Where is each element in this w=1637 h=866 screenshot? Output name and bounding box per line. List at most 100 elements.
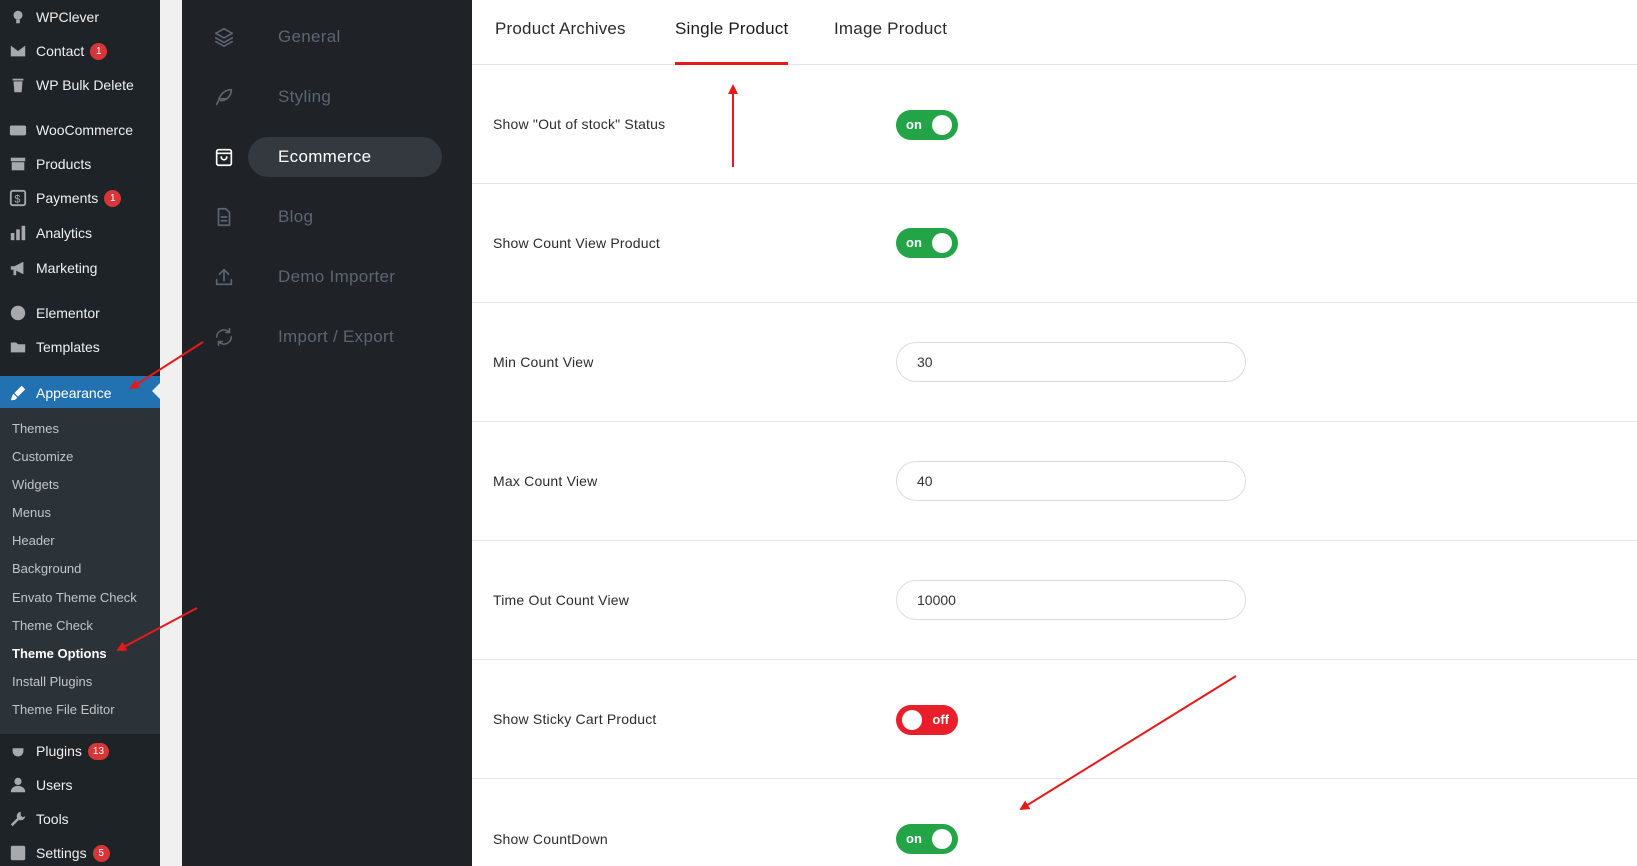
nav-item-demo-importer[interactable]: Demo Importer	[182, 257, 472, 297]
tab-single-product[interactable]: Single Product	[675, 18, 789, 65]
toggle-knob	[902, 710, 922, 730]
nav-label: Styling	[278, 87, 332, 106]
toggle-knob	[932, 115, 952, 135]
paintbrush-icon	[8, 383, 28, 403]
menu-label: WPClever	[36, 9, 100, 25]
menu-item-wp-bulk-delete[interactable]: WP Bulk Delete	[0, 70, 160, 100]
nav-label: General	[278, 27, 341, 46]
submenu-theme-check[interactable]: Theme Check	[12, 616, 93, 636]
menu-item-plugins[interactable]: Plugins 13	[0, 736, 160, 766]
svg-text:$: $	[14, 194, 20, 206]
menu-item-templates[interactable]: Templates	[0, 332, 160, 362]
count-view-toggle[interactable]: on	[896, 228, 958, 258]
min-count-input[interactable]	[896, 342, 1246, 382]
menu-item-elementor[interactable]: Elementor	[0, 298, 160, 328]
setting-label: Min Count View	[493, 354, 594, 370]
timeout-count-input[interactable]	[896, 580, 1246, 620]
nav-item-general[interactable]: General	[182, 17, 472, 57]
sticky-cart-toggle[interactable]: off	[896, 705, 958, 735]
upload-icon	[212, 265, 236, 289]
menu-item-wpclever[interactable]: WPClever	[0, 2, 160, 32]
notification-badge: 1	[90, 42, 108, 60]
elementor-icon	[8, 303, 28, 323]
menu-label: Payments	[36, 190, 99, 206]
menu-label: Settings	[36, 845, 87, 861]
setting-label: Max Count View	[493, 473, 598, 489]
menu-item-tools[interactable]: Tools	[0, 804, 160, 834]
menu-item-appearance[interactable]: Appearance	[0, 376, 160, 409]
submenu-install-plugins[interactable]: Install Plugins	[12, 672, 92, 692]
menu-item-products[interactable]: Products	[0, 149, 160, 179]
setting-row-sticky-cart: Show Sticky Cart Product off	[472, 660, 1637, 779]
nav-label: Ecommerce	[278, 147, 372, 166]
nav-label: Demo Importer	[278, 267, 396, 286]
toggle-state: off	[932, 712, 949, 727]
menu-label: WP Bulk Delete	[36, 77, 134, 93]
setting-row-countdown: Show CountDown on	[472, 779, 1637, 866]
out-of-stock-toggle[interactable]: on	[896, 110, 958, 140]
setting-label: Time Out Count View	[493, 592, 630, 608]
mail-icon	[8, 41, 28, 61]
setting-row-count-view: Show Count View Product on	[472, 184, 1637, 303]
setting-row-timeout-count: Time Out Count View	[472, 541, 1637, 660]
archive-icon	[8, 154, 28, 174]
submenu-theme-options[interactable]: Theme Options	[12, 644, 107, 664]
submenu-theme-file-editor[interactable]: Theme File Editor	[12, 700, 115, 720]
nav-label: Blog	[278, 207, 314, 226]
nav-label: Import / Export	[278, 327, 394, 346]
menu-item-settings[interactable]: Settings 5	[0, 838, 160, 866]
megaphone-icon	[8, 258, 28, 278]
tab-product-archives[interactable]: Product Archives	[495, 18, 626, 65]
menu-item-marketing[interactable]: Marketing	[0, 253, 160, 283]
refresh-icon	[212, 325, 236, 349]
trash-icon	[8, 75, 28, 95]
toggle-knob	[932, 829, 952, 849]
setting-row-max-count: Max Count View	[472, 422, 1637, 541]
toggle-state: on	[906, 117, 922, 132]
tab-image-product[interactable]: Image Product	[834, 18, 947, 65]
submenu-widgets[interactable]: Widgets	[12, 475, 59, 495]
submenu-themes[interactable]: Themes	[12, 419, 59, 439]
toggle-state: on	[906, 235, 922, 250]
submenu-menus[interactable]: Menus	[12, 503, 51, 523]
menu-label: Products	[36, 156, 92, 172]
nav-item-blog[interactable]: Blog	[182, 197, 472, 237]
menu-label: Plugins	[36, 743, 82, 759]
folder-icon	[8, 337, 28, 357]
submenu-envato-theme-check[interactable]: Envato Theme Check	[12, 588, 137, 608]
nav-item-ecommerce[interactable]: Ecommerce	[182, 137, 472, 177]
user-icon	[8, 775, 28, 795]
countdown-toggle[interactable]: on	[896, 824, 958, 854]
menu-label: Marketing	[36, 260, 98, 276]
dollar-icon: $	[8, 188, 28, 208]
setting-row-min-count: Min Count View	[472, 303, 1637, 422]
menu-item-payments[interactable]: $ Payments 1	[0, 183, 160, 213]
plug-icon	[8, 741, 28, 761]
wrench-icon	[8, 809, 28, 829]
menu-label: Elementor	[36, 305, 100, 321]
max-count-input[interactable]	[896, 461, 1246, 501]
setting-label: Show Sticky Cart Product	[493, 711, 657, 727]
setting-row-out-of-stock: Show "Out of stock" Status on	[472, 65, 1637, 184]
menu-item-contact[interactable]: Contact 1	[0, 36, 160, 66]
menu-item-analytics[interactable]: Analytics	[0, 218, 160, 248]
content-gap	[160, 0, 182, 866]
notification-badge: 5	[92, 844, 110, 862]
setting-label: Show CountDown	[493, 831, 608, 847]
shopping-bag-icon	[212, 145, 236, 169]
nav-item-styling[interactable]: Styling	[182, 77, 472, 117]
menu-label: Users	[36, 777, 73, 793]
menu-item-users[interactable]: Users	[0, 770, 160, 800]
submenu-customize[interactable]: Customize	[12, 447, 73, 467]
layers-icon	[212, 25, 236, 49]
menu-label: Tools	[36, 811, 69, 827]
toggle-knob	[932, 233, 952, 253]
notification-badge: 13	[87, 742, 110, 760]
submenu-header[interactable]: Header	[12, 531, 55, 551]
menu-label: WooCommerce	[36, 122, 133, 138]
menu-item-woocommerce[interactable]: WooCommerce	[0, 115, 160, 145]
nav-item-import-export[interactable]: Import / Export	[182, 317, 472, 357]
bar-chart-icon	[8, 223, 28, 243]
submenu-background[interactable]: Background	[12, 559, 81, 579]
menu-label: Contact	[36, 43, 85, 59]
